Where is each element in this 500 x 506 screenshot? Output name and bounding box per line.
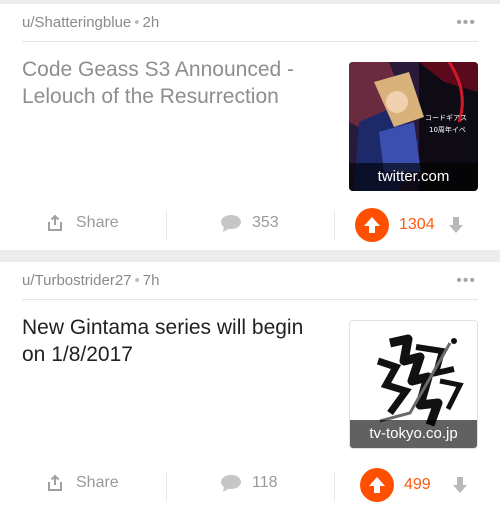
post-age: 7h — [142, 272, 160, 289]
post-author[interactable]: u/Shatteringblue — [22, 14, 131, 31]
share-button[interactable]: Share — [46, 474, 119, 492]
post-thumbnail[interactable]: コードギアス 10周年イベ twitter.com — [349, 62, 478, 191]
comment-icon — [221, 475, 241, 492]
post-author[interactable]: u/Turbostrider27 — [22, 272, 132, 289]
divider — [22, 41, 478, 42]
meta-dot: • — [134, 272, 140, 289]
post-thumbnail[interactable]: tv-tokyo.co.jp — [349, 320, 478, 449]
more-options-icon[interactable]: ••• — [456, 14, 476, 32]
post-meta: u/Shatteringblue • 2h — [22, 14, 159, 31]
score: 499 — [404, 476, 431, 493]
divider — [166, 471, 167, 501]
post-domain: twitter.com — [349, 163, 478, 191]
post-card[interactable]: u/Turbostrider27 • 7h ••• New Gintama seri… — [0, 262, 500, 506]
divider — [334, 211, 335, 241]
upvote-button[interactable] — [360, 468, 394, 502]
comments-button[interactable]: 353 — [220, 214, 279, 232]
thumb-jp-text: コードギアス — [425, 114, 467, 122]
post-meta: u/Turbostrider27 • 7h — [22, 272, 159, 289]
share-label: Share — [76, 214, 119, 231]
downvote-arrow-icon — [452, 477, 467, 493]
share-button[interactable]: Share — [46, 214, 119, 232]
comment-count: 118 — [252, 474, 278, 491]
share-icon — [48, 214, 62, 231]
divider — [22, 299, 478, 300]
post-domain: tv-tokyo.co.jp — [350, 420, 477, 448]
divider — [166, 211, 167, 241]
share-icon — [48, 474, 62, 491]
comment-icon — [221, 215, 241, 232]
comments-button[interactable]: 118 — [220, 474, 278, 492]
comment-count: 353 — [252, 214, 279, 231]
more-options-icon[interactable]: ••• — [456, 272, 476, 290]
post-age: 2h — [142, 14, 160, 31]
vote-controls: 499 — [360, 468, 467, 502]
downvote-button[interactable] — [448, 217, 463, 233]
vote-controls: 1304 — [355, 208, 463, 242]
post-title[interactable]: Code Geass S3 Announced - Lelouch of the… — [22, 56, 332, 110]
score: 1304 — [399, 216, 435, 233]
downvote-button[interactable] — [452, 477, 467, 493]
thumb-jp-text: 10周年イベ — [429, 125, 466, 134]
downvote-arrow-icon — [448, 217, 463, 233]
post-card[interactable]: u/Shatteringblue • 2h ••• Code Geass S3 An… — [0, 4, 500, 250]
meta-dot: • — [134, 14, 140, 31]
upvote-arrow-icon — [364, 217, 380, 233]
divider — [334, 471, 335, 501]
share-label: Share — [76, 474, 119, 491]
post-actions: Share 118 499 — [0, 466, 500, 506]
upvote-button[interactable] — [355, 208, 389, 242]
post-title[interactable]: New Gintama series will begin on 1/8/201… — [22, 314, 332, 368]
upvote-arrow-icon — [369, 477, 385, 493]
post-actions: Share 353 1304 — [0, 206, 500, 246]
